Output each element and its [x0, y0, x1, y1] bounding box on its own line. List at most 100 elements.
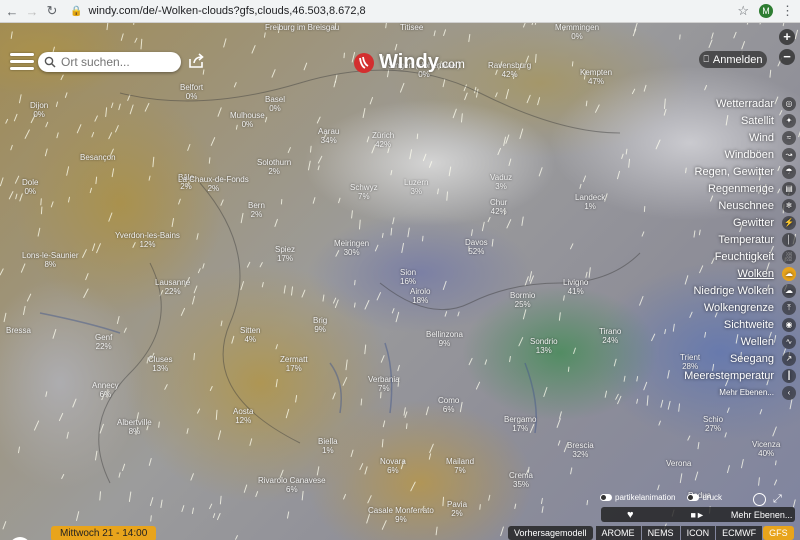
current-time-badge[interactable]: Mittwoch 21 - 14:00: [51, 526, 157, 540]
layer-item-neuschnee[interactable]: Neuschnee ❄: [656, 197, 796, 214]
zoom-out-button[interactable]: −: [779, 49, 795, 65]
cloud-cover-value: 32%: [572, 450, 589, 459]
layer-item-sichtweite[interactable]: Sichtweite ◉: [656, 316, 796, 333]
wind-particle: [521, 216, 524, 226]
layer-item-feuchtigkeit[interactable]: Feuchtigkeit ░: [656, 248, 796, 265]
layer-item-wellen[interactable]: Wellen ∿: [656, 333, 796, 350]
wind-particle: [433, 30, 436, 37]
cloud-cover-value: 12%: [139, 240, 156, 249]
menu-icon[interactable]: [10, 53, 34, 71]
city-label: Verbania 7%: [368, 375, 400, 393]
layer-item-windböen[interactable]: Windböen ↝: [656, 146, 796, 163]
wind-particle: [793, 499, 796, 508]
cloud-cover-value: 42%: [375, 140, 392, 149]
overlay-toggles: partikelanimation druck: [600, 493, 722, 502]
wind-particle: [261, 282, 264, 288]
windy-logo[interactable]: Windy.com: [354, 51, 465, 74]
layer-item-meerestemperatur[interactable]: Meerestemperatur ┃: [656, 367, 796, 384]
back-arrow-icon[interactable]: ←: [4, 4, 20, 19]
layer-item-wolkengrenze[interactable]: Wolkengrenze ⤒: [656, 299, 796, 316]
cloud-cover-value: 22%: [95, 342, 112, 351]
wind-particle: [83, 288, 89, 298]
cloud-cover-value: 16%: [400, 277, 417, 286]
city-name: Sion: [400, 268, 417, 277]
wind-particle: [495, 92, 498, 98]
reload-icon[interactable]: ↻: [44, 3, 60, 19]
layer-item-niedrige-wolken[interactable]: Niedrige Wolken ☁: [656, 282, 796, 299]
layer-label: Temperatur: [718, 233, 774, 246]
profile-avatar[interactable]: M: [759, 4, 773, 18]
cloud-cover-value: 3%: [410, 187, 423, 196]
wind-particle: [694, 471, 699, 481]
wind-particle: [144, 102, 150, 112]
city-name: Genf: [95, 333, 113, 342]
more-layers-button[interactable]: Mehr Ebenen...: [731, 510, 793, 520]
locate-icon[interactable]: [753, 493, 766, 506]
zoom-in-button[interactable]: +: [779, 29, 795, 45]
cloud-cover-value: 7%: [358, 192, 370, 201]
fullscreen-icon[interactable]: ⤢: [773, 493, 782, 506]
search-box[interactable]: [38, 52, 181, 72]
layer-item-wind[interactable]: Wind ≈: [656, 129, 796, 146]
bookmark-star-icon[interactable]: ☆: [737, 3, 749, 19]
login-icon: ⎕: [703, 54, 709, 64]
search-input[interactable]: [61, 55, 171, 69]
search-icon: [44, 56, 56, 68]
city-label: Lons-le-Saunier 8%: [22, 251, 78, 269]
wind-particle: [366, 136, 370, 143]
model-arome-button[interactable]: AROME: [595, 526, 641, 540]
city-label: Rivarolo Canavese 6%: [258, 476, 326, 494]
layer-item-temperatur[interactable]: Temperatur │: [656, 231, 796, 248]
wind-particle: [354, 302, 356, 308]
city-label: Freiburg im Breisgau: [265, 23, 339, 32]
wind-particle: [111, 168, 115, 178]
layer-item-satellit[interactable]: Satellit ✦: [656, 112, 796, 129]
city-name: Livigno: [563, 278, 589, 287]
camera-icon[interactable]: ■►: [691, 510, 705, 520]
wind-particle: [711, 32, 714, 39]
layer-label: Windböen: [724, 148, 774, 161]
wind-particle: [223, 38, 227, 48]
login-button[interactable]: ⎕ Anmelden: [699, 51, 767, 68]
layer-label: Mehr Ebenen...: [719, 388, 774, 397]
layer-item-regenmenge[interactable]: Regenmenge ▤: [656, 180, 796, 197]
wind-particle: [448, 166, 452, 177]
city-name: Luzern: [404, 178, 429, 187]
address-bar[interactable]: 🔒 windy.com/de/-Wolken-clouds?gfs,clouds…: [70, 2, 737, 20]
wind-particle: [559, 411, 562, 419]
layer-item-gewitter[interactable]: Gewitter ⚡: [656, 214, 796, 231]
wind-particle: [646, 395, 649, 406]
city-name: Sitten: [240, 326, 261, 335]
wind-particle: [34, 420, 40, 431]
city-label: Davos 52%: [465, 238, 488, 256]
layer-item-seegang[interactable]: Seegang ↗: [656, 350, 796, 367]
wind-particle: [571, 61, 574, 67]
model-icon-button[interactable]: ICON: [680, 526, 716, 540]
share-icon[interactable]: [188, 53, 204, 69]
wind-particle: [557, 440, 561, 446]
layer-item-mehr-ebenen[interactable]: Mehr Ebenen... ‹: [656, 384, 796, 401]
wind-particle: [333, 81, 336, 88]
pressure-toggle[interactable]: [687, 494, 700, 501]
model-ecmwf-button[interactable]: ECMWF: [716, 526, 763, 540]
model-gfs-button[interactable]: GFS: [763, 526, 794, 540]
city-label: Como 6%: [438, 396, 459, 414]
wind-particle: [708, 39, 713, 48]
cloud-cover-value: 9%: [395, 515, 407, 524]
layer-item-regen-gewitter[interactable]: Regen, Gewitter ☂: [656, 163, 796, 180]
wind-particle: [120, 33, 124, 41]
layer-item-wolken[interactable]: Wolken ☁: [656, 265, 796, 282]
wind-particle: [303, 62, 308, 71]
heart-icon[interactable]: ♥: [627, 509, 634, 521]
layer-item-wetterradar[interactable]: Wetterradar ◎: [656, 95, 796, 112]
wind-particle: [333, 297, 337, 304]
wind-particle: [733, 31, 737, 39]
particle-animation-toggle[interactable]: [600, 494, 612, 501]
forward-arrow-icon[interactable]: →: [24, 4, 40, 19]
wind-particle: [505, 134, 510, 144]
lake-outline: [39, 312, 121, 334]
wind-particle: [416, 133, 419, 140]
weather-map[interactable]: Freiburg im Breisgau Titisee Memmingen 0% Si…: [0, 23, 800, 540]
model-nems-button[interactable]: NEMS: [641, 526, 680, 540]
browser-menu-icon[interactable]: ⋮: [781, 3, 794, 19]
